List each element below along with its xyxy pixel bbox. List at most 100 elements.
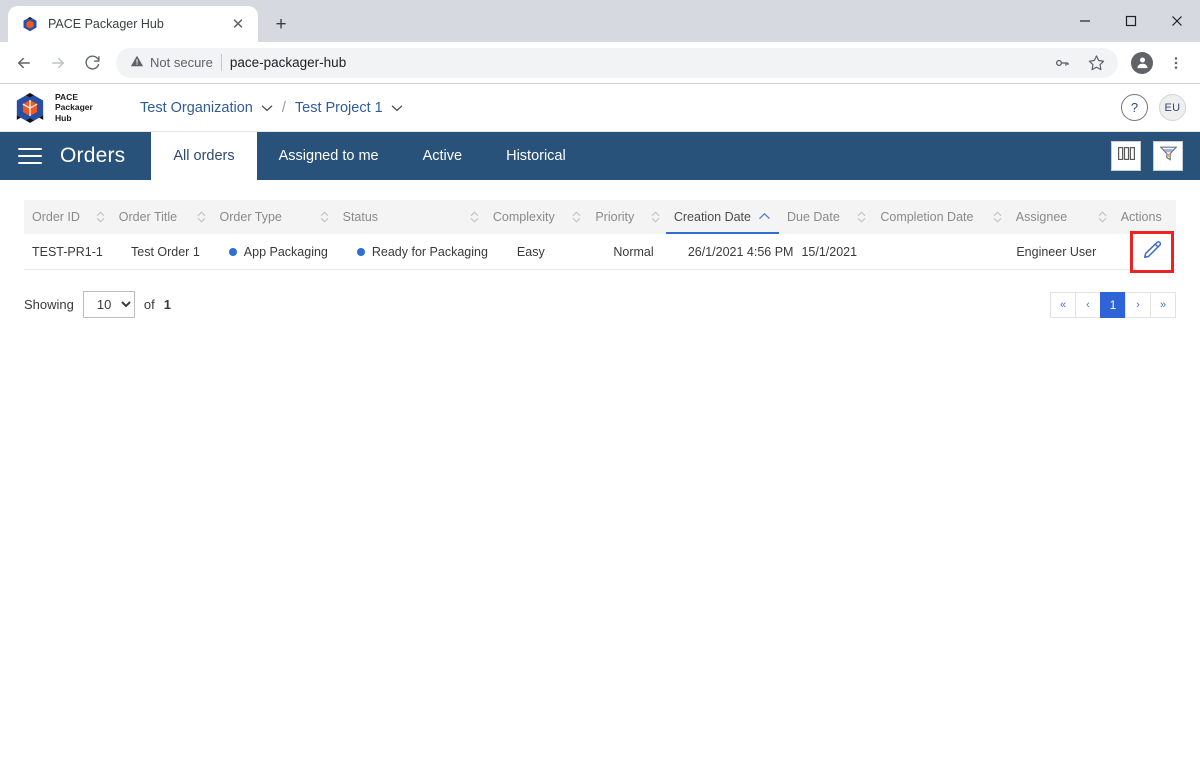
columns-icon (1117, 147, 1135, 165)
orders-content: Order ID Order Title Order Type Status C… (0, 180, 1200, 760)
pagination-bar: Showing 102550100 of 1 « ‹ 1 › » (24, 291, 1176, 318)
sort-toggle-assignee[interactable] (987, 200, 1008, 234)
column-header-order-type[interactable]: Order Type (212, 200, 314, 234)
prev-page-button[interactable]: ‹ (1075, 291, 1101, 318)
breadcrumb: Test Organization / Test Project 1 (140, 100, 403, 116)
orders-tabs: All orders Assigned to me Active Histori… (151, 132, 587, 180)
browser-titlebar: PACE Packager Hub ✕ + (0, 0, 1200, 42)
cell-due-date: 15/1/2021 (801, 244, 858, 259)
column-header-status[interactable]: Status (335, 200, 464, 234)
edit-order-button[interactable] (1129, 230, 1174, 273)
sort-toggle-creation-date[interactable] (645, 200, 666, 234)
reload-icon[interactable] (76, 47, 108, 79)
column-header-order-id[interactable]: Order ID (24, 200, 90, 234)
cell-creation-date: 26/1/2021 4:56 PM (687, 244, 794, 259)
column-header-label: Order Title (118, 210, 178, 224)
page-size-select[interactable]: 102550100 (82, 291, 135, 318)
last-page-button[interactable]: » (1150, 291, 1176, 318)
minimize-icon[interactable] (1062, 0, 1108, 42)
close-tab-icon[interactable]: ✕ (228, 14, 248, 34)
sort-toggle-complexity[interactable] (464, 200, 485, 234)
chevron-down-icon (391, 100, 403, 116)
tab-historical[interactable]: Historical (484, 132, 588, 180)
column-header-label: Complexity (492, 210, 555, 224)
column-header-label: Creation Date (673, 210, 751, 224)
breadcrumb-project[interactable]: Test Project 1 (295, 100, 403, 116)
column-header-label: Status (342, 210, 379, 224)
page-button-1[interactable]: 1 (1100, 291, 1126, 318)
filter-icon (1158, 146, 1178, 166)
sort-icon (197, 211, 205, 223)
warning-icon (130, 54, 144, 71)
sort-icon (96, 211, 105, 223)
profile-avatar (1131, 51, 1153, 74)
help-button[interactable]: ? (1121, 94, 1148, 121)
tab-all-orders[interactable]: All orders (151, 132, 257, 180)
column-header-label: Order Type (219, 210, 282, 224)
column-header-label: Completion Date (880, 210, 974, 224)
column-header-completion-date[interactable]: Completion Date (872, 200, 986, 234)
column-header-due-date[interactable]: Due Date (779, 200, 851, 234)
column-header-actions[interactable]: Actions (1113, 200, 1176, 234)
page-size-controls: Showing 102550100 of 1 (24, 291, 171, 318)
table-row[interactable]: TEST-PR1-1 Test Order 1 App Packaging Re… (24, 230, 1176, 273)
sort-icon (572, 211, 581, 223)
address-bar[interactable]: Not secure pace-packager-hub (116, 47, 1118, 79)
bookmark-star-icon[interactable] (1080, 47, 1112, 79)
sort-toggle-completion-date[interactable] (851, 200, 872, 234)
status-dot-icon (356, 247, 365, 256)
window-controls (1062, 0, 1200, 42)
url-text: pace-packager-hub (229, 55, 347, 70)
cell-order-title: Test Order 1 (131, 244, 200, 259)
sort-toggle-priority[interactable] (566, 200, 587, 234)
cell-assignee: Engineer User (1016, 244, 1097, 259)
column-header-label: Due Date (786, 210, 840, 224)
orders-table: Order ID Order Title Order Type Status C… (24, 200, 1176, 273)
close-window-icon[interactable] (1154, 0, 1200, 42)
brand-line-2: Packager (55, 102, 93, 113)
column-header-priority[interactable]: Priority (587, 200, 645, 234)
column-header-label: Assignee (1015, 210, 1068, 224)
brand-logo-block[interactable]: PACE Packager Hub (14, 91, 118, 125)
first-page-button[interactable]: « (1050, 291, 1076, 318)
omnibox-divider (220, 54, 222, 71)
browser-tab[interactable]: PACE Packager Hub ✕ (8, 6, 258, 42)
sort-toggle-order-type[interactable] (191, 200, 212, 234)
sort-toggle-order-title[interactable] (90, 200, 111, 234)
column-header-order-title[interactable]: Order Title (111, 200, 191, 234)
column-header-creation-date[interactable]: Creation Date (665, 200, 780, 234)
password-key-icon[interactable] (1046, 47, 1078, 79)
of-label: of (143, 297, 155, 312)
orders-navbar: Orders All orders Assigned to me Active … (0, 132, 1200, 180)
sort-ascending-icon (759, 212, 770, 220)
tab-assigned-to-me[interactable]: Assigned to me (257, 132, 401, 180)
back-icon[interactable] (8, 47, 40, 79)
not-secure-indicator[interactable]: Not secure (130, 54, 213, 71)
browser-profile-icon[interactable] (1126, 47, 1158, 79)
sort-icon (1098, 211, 1107, 223)
user-avatar[interactable]: EU (1159, 94, 1186, 121)
cell-order-type: App Packaging (221, 245, 328, 259)
breadcrumb-organization[interactable]: Test Organization (140, 100, 273, 116)
breadcrumb-project-label: Test Project 1 (294, 99, 383, 116)
sort-toggle-status[interactable] (314, 200, 335, 234)
next-page-button[interactable]: › (1125, 291, 1151, 318)
filter-button[interactable] (1153, 141, 1183, 171)
column-header-assignee[interactable]: Assignee (1008, 200, 1092, 234)
forward-icon[interactable] (42, 47, 74, 79)
sort-icon (857, 211, 866, 223)
app-header-actions: ? EU (1121, 94, 1186, 121)
application-root: PACE Packager Hub Test Organization / Te… (0, 84, 1200, 760)
sort-toggle-actions[interactable] (1092, 200, 1113, 234)
tab-active[interactable]: Active (401, 132, 485, 180)
maximize-icon[interactable] (1108, 0, 1154, 42)
column-header-complexity[interactable]: Complexity (485, 200, 566, 234)
showing-label: Showing (24, 297, 74, 312)
new-tab-button[interactable]: + (266, 9, 296, 39)
column-header-label: Order ID (32, 210, 80, 224)
navbar-actions (1111, 132, 1200, 180)
browser-menu-icon[interactable] (1160, 47, 1192, 79)
columns-button[interactable] (1111, 141, 1141, 171)
column-header-label: Actions (1120, 210, 1162, 224)
hamburger-menu-icon[interactable] (18, 148, 42, 164)
